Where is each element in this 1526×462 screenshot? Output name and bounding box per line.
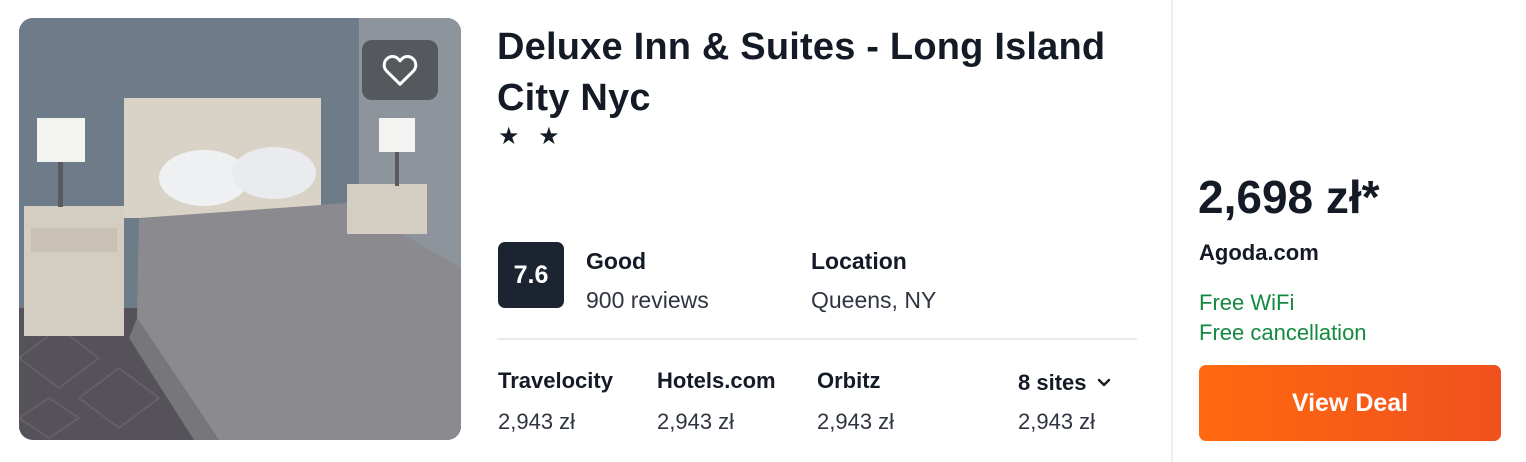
site-price-hotels-com[interactable]: 2,943 zł xyxy=(657,409,734,435)
location-label: Location xyxy=(811,248,907,274)
perk-free-cancellation: Free cancellation xyxy=(1199,320,1367,345)
star-rating: ★ ★ xyxy=(498,123,566,150)
review-count[interactable]: 900 reviews xyxy=(586,287,709,314)
hotel-result-card[interactable]: Deluxe Inn & Suites - Long Island City N… xyxy=(0,0,1526,462)
heart-icon xyxy=(382,55,418,86)
chevron-down-icon xyxy=(1097,378,1110,387)
panel-divider xyxy=(1171,0,1173,462)
more-sites-dropdown[interactable]: 8 sites xyxy=(1018,370,1111,396)
section-divider xyxy=(497,338,1137,340)
more-sites-label: 8 sites xyxy=(1018,370,1087,395)
location-value[interactable]: Queens, NY xyxy=(811,287,936,314)
site-name-orbitz[interactable]: Orbitz xyxy=(817,368,881,394)
perk-free-wifi: Free WiFi xyxy=(1199,290,1295,315)
rating-label: Good xyxy=(586,248,647,274)
site-price-travelocity[interactable]: 2,943 zł xyxy=(498,409,575,435)
site-name-hotels-com[interactable]: Hotels.com xyxy=(657,368,776,394)
favorite-button[interactable] xyxy=(362,40,438,100)
view-deal-button[interactable]: View Deal xyxy=(1199,365,1501,441)
site-price-orbitz[interactable]: 2,943 zł xyxy=(817,409,894,435)
site-name-travelocity[interactable]: Travelocity xyxy=(498,368,613,394)
deal-price: 2,698 zł* xyxy=(1198,171,1380,223)
hotel-name-link[interactable]: Deluxe Inn & Suites - Long Island City N… xyxy=(497,22,1117,124)
more-sites-price[interactable]: 2,943 zł xyxy=(1018,409,1095,435)
review-score-badge[interactable]: 7.6 xyxy=(498,242,564,308)
deal-provider: Agoda.com xyxy=(1199,240,1319,265)
hotel-photo[interactable] xyxy=(19,18,461,440)
